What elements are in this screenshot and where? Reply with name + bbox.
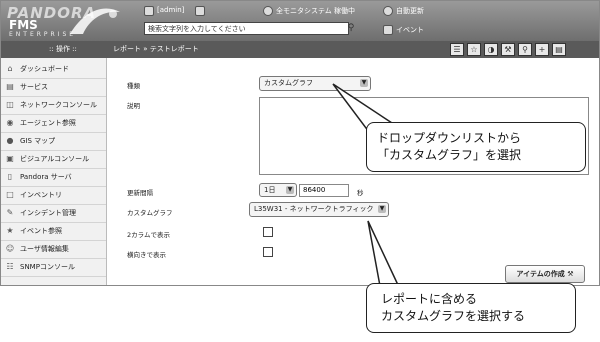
callout-line: レポートに含める — [381, 292, 478, 306]
callout-line: 「カスタムグラフ」を選択 — [377, 148, 522, 162]
callout-select-type: ドロップダウンリストから 「カスタムグラフ」を選択 — [366, 122, 586, 172]
callout-line: カスタムグラフを選択する — [381, 309, 526, 323]
callout-line: ドロップダウンリストから — [377, 131, 522, 145]
callout-select-graph: レポートに含める カスタムグラフを選択する — [366, 283, 576, 333]
